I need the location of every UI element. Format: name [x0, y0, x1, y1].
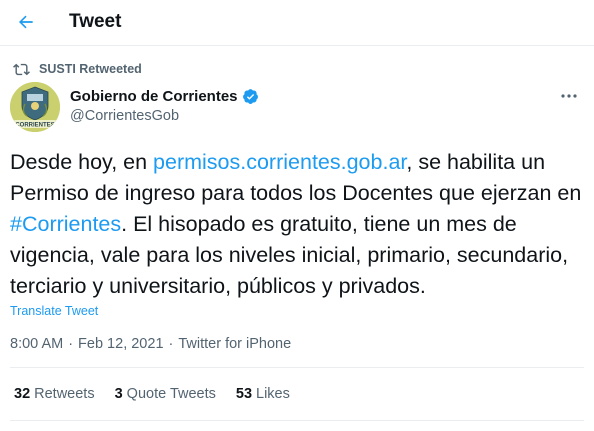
quote-tweets-count: 3 — [114, 386, 123, 402]
retweets-label: Retweets — [34, 386, 95, 402]
likes-count: 53 — [235, 386, 253, 402]
meta-separator: · — [168, 336, 174, 352]
hashtag-link[interactable]: #Corrientes — [10, 212, 121, 236]
meta-separator: · — [68, 336, 74, 352]
tweet-time[interactable]: 8:00 AM — [10, 336, 63, 352]
tweet-url-link[interactable]: permisos.corrientes.gob.ar — [153, 150, 406, 174]
verified-badge-icon — [242, 88, 259, 105]
tweet-meta: 8:00 AM · Feb 12, 2021 · Twitter for iPh… — [10, 336, 291, 352]
author-handle[interactable]: @CorrientesGob — [70, 108, 179, 124]
divider — [10, 367, 584, 368]
author-name[interactable]: Gobierno de Corrientes — [70, 88, 238, 105]
back-button[interactable] — [10, 6, 42, 38]
translate-tweet-link[interactable]: Translate Tweet — [10, 304, 98, 318]
tweet-stats: 32 Retweets 3 Quote Tweets 53 Likes — [14, 386, 310, 402]
tweet-date[interactable]: Feb 12, 2021 — [78, 336, 163, 352]
more-dots-icon — [561, 94, 577, 98]
tweet-text-segment: Desde hoy, en — [10, 150, 154, 174]
quote-tweets-label: Quote Tweets — [126, 386, 216, 402]
tweet-text: Desde hoy, en permisos.corrientes.gob.ar… — [10, 147, 590, 302]
retweets-stat[interactable]: 32 Retweets — [14, 386, 95, 402]
retweets-count: 32 — [14, 386, 31, 402]
likes-stat[interactable]: 53 Likes — [236, 386, 290, 402]
tweet-source: Twitter for iPhone — [178, 336, 292, 352]
author-name-row: Gobierno de Corrientes — [70, 88, 259, 105]
divider — [10, 420, 584, 421]
page-title: Tweet — [69, 11, 122, 32]
avatar[interactable]: CORRIENTES — [10, 82, 60, 132]
quote-tweets-stat[interactable]: 3 Quote Tweets — [115, 386, 216, 402]
more-options-button[interactable] — [556, 86, 582, 106]
likes-label: Likes — [256, 386, 290, 402]
arrow-left-icon — [19, 15, 33, 29]
retweet-label[interactable]: SUSTI Retweeted — [39, 62, 142, 76]
top-header: Tweet — [0, 0, 594, 46]
avatar-label: CORRIENTES — [15, 123, 54, 129]
retweet-icon — [12, 60, 30, 78]
retweet-context: SUSTI Retweeted — [12, 60, 142, 78]
